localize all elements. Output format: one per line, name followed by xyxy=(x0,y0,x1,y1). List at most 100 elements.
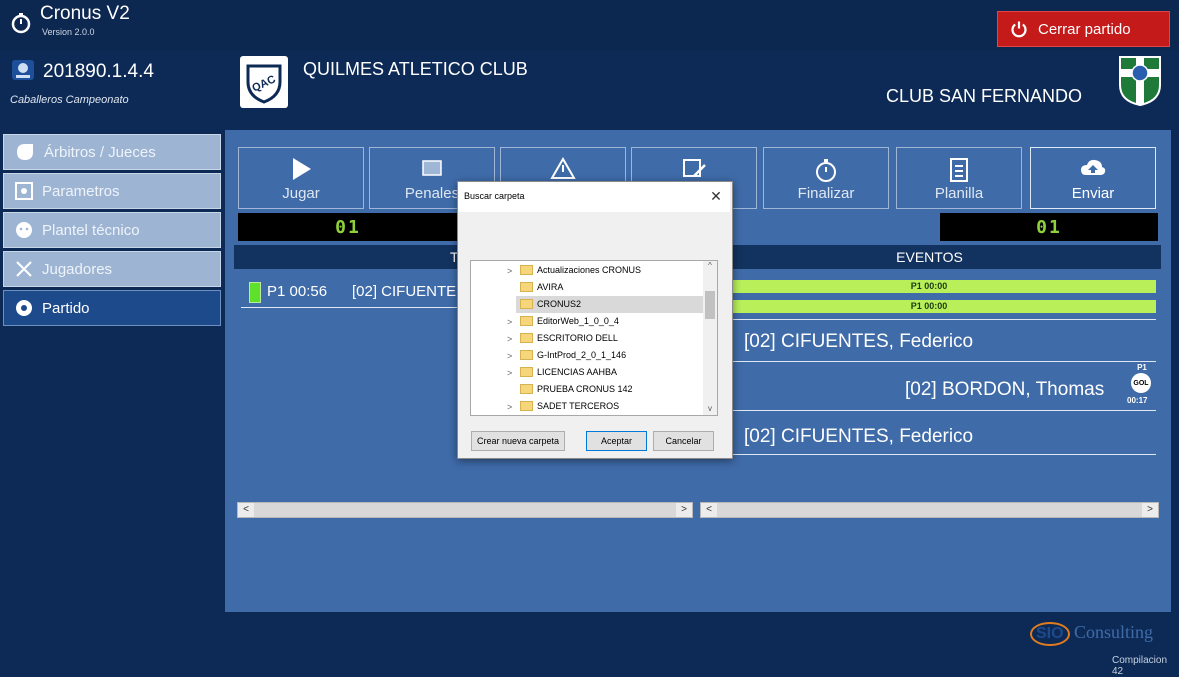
dialog-title: Buscar carpeta xyxy=(464,191,525,201)
federation-logo-icon xyxy=(12,60,34,80)
dialog-close-icon[interactable]: ✕ xyxy=(708,188,724,204)
folder-icon xyxy=(520,299,533,309)
folder-item[interactable]: > LICENCIAS AAHBA xyxy=(471,364,703,381)
sidebar-item-players[interactable]: Jugadores xyxy=(3,251,221,287)
row-divider xyxy=(702,361,1156,362)
edit-icon xyxy=(683,159,706,177)
match-code: 201890.1.4.4 xyxy=(43,61,154,82)
home-team-shield: QAC xyxy=(240,56,288,108)
away-team-shield-icon xyxy=(1119,56,1161,107)
away-score: 01 xyxy=(940,213,1158,241)
app-version: Version 2.0.0 xyxy=(42,27,95,37)
close-match-button[interactable]: Cerrar partido xyxy=(997,11,1170,47)
sidebar-item-referees[interactable]: Árbitros / Jueces xyxy=(3,134,221,170)
sidebar-item-label: Plantel técnico xyxy=(42,221,140,239)
qac-shield-icon: QAC xyxy=(246,64,282,104)
chevron-right-icon[interactable]: > xyxy=(507,368,512,378)
goal-badge-period: P1 xyxy=(1137,363,1147,372)
scroll-right-icon[interactable]: > xyxy=(1142,503,1158,517)
event-item[interactable]: [02] BORDON, Thomas xyxy=(905,379,1104,401)
chevron-right-icon[interactable]: > xyxy=(507,351,512,361)
finish-button[interactable]: Finalizar xyxy=(763,147,889,209)
play-label: Jugar xyxy=(282,185,320,202)
folder-icon xyxy=(520,265,533,275)
send-label: Enviar xyxy=(1071,185,1115,202)
brand-logo-name: Consulting xyxy=(1074,622,1154,642)
chevron-right-icon[interactable]: > xyxy=(507,402,512,412)
sidebar-item-label: Partido xyxy=(42,299,90,317)
card-entry-time: P1 00:56 xyxy=(267,283,328,300)
events-column-header: EVENTOS xyxy=(698,245,1161,269)
sheet-icon xyxy=(950,158,968,182)
scroll-down-icon[interactable]: v xyxy=(703,404,717,413)
card-status-indicator xyxy=(249,282,261,303)
row-divider xyxy=(702,454,1156,455)
sidebar-item-label: Jugadores xyxy=(42,260,113,278)
send-button[interactable]: Enviar xyxy=(1030,147,1156,209)
folder-item[interactable]: > G-IntProd_2_0_1_146 xyxy=(471,347,703,364)
play-button[interactable]: Jugar xyxy=(238,147,364,209)
referee-icon xyxy=(17,144,33,160)
event-item[interactable]: [02] CIFUENTES, Federico xyxy=(744,426,973,448)
period-marker: P1 00:00 xyxy=(702,280,1156,293)
row-divider xyxy=(702,319,1156,320)
event-item[interactable]: [02] CIFUENTES, Federico xyxy=(744,331,973,353)
folder-item[interactable]: > Actualizaciones CRONUS xyxy=(471,262,703,279)
sidebar-item-parameters[interactable]: Parametros xyxy=(3,173,221,209)
folder-item[interactable]: > ESCRITORIO DELL xyxy=(471,330,703,347)
compilation-label: Compilacion 42 xyxy=(1112,655,1168,677)
cancel-button[interactable]: Cancelar xyxy=(653,431,714,451)
warning-icon xyxy=(550,157,576,179)
home-score: 01 xyxy=(238,213,458,241)
folder-item-selected[interactable]: CRONUS2 xyxy=(516,296,703,313)
folder-item[interactable]: > EditorWeb_1_0_0_4 xyxy=(471,313,703,330)
folder-item[interactable]: AVIRA xyxy=(471,279,703,296)
play-icon xyxy=(293,158,311,180)
ball-icon xyxy=(16,300,32,316)
scroll-left-icon[interactable]: < xyxy=(701,503,717,517)
sidebar-item-label: Árbitros / Jueces xyxy=(44,143,156,161)
home-team-name: QUILMES ATLETICO CLUB xyxy=(303,59,528,79)
horizontal-scrollbar[interactable]: < > xyxy=(700,502,1159,518)
sidebar-item-match[interactable]: Partido xyxy=(3,290,221,326)
scroll-up-icon[interactable]: ^ xyxy=(703,261,717,270)
app-title: Cronus V2 xyxy=(40,3,130,24)
stopwatch-icon xyxy=(816,159,836,182)
away-team-name: CLUB SAN FERNANDO xyxy=(886,86,1083,106)
match-category: Caballeros Campeonato xyxy=(10,94,129,106)
folder-icon xyxy=(520,316,533,326)
chevron-right-icon[interactable]: > xyxy=(507,317,512,327)
new-folder-button[interactable]: Crear nueva carpeta xyxy=(471,431,565,451)
brand-logo: SIO Consulting xyxy=(1030,622,1153,646)
sheet-label: Planilla xyxy=(934,185,984,202)
sheet-button[interactable]: Planilla xyxy=(896,147,1022,209)
sidebar-item-label: Parametros xyxy=(42,182,120,200)
folder-icon xyxy=(520,401,533,411)
penalties-label: Penales xyxy=(404,185,460,202)
accept-button[interactable]: Aceptar xyxy=(586,431,647,451)
card-entry-player: [02] CIFUENTE xyxy=(352,283,457,300)
goal-badge-icon: GOL xyxy=(1131,373,1151,393)
players-icon xyxy=(16,261,32,277)
goal-badge-time: 00:17 xyxy=(1127,396,1148,405)
sidebar-item-staff[interactable]: Plantel técnico xyxy=(3,212,221,248)
scroll-thumb[interactable] xyxy=(705,291,715,319)
folder-icon xyxy=(520,350,533,360)
chevron-right-icon[interactable]: > xyxy=(507,266,512,276)
scroll-right-icon[interactable]: > xyxy=(676,503,692,517)
finish-label: Finalizar xyxy=(797,185,855,202)
match-header xyxy=(0,50,1179,118)
horizontal-scrollbar[interactable]: < > xyxy=(237,502,693,518)
folder-item[interactable]: > SADET TERCEROS xyxy=(471,398,703,415)
close-match-label: Cerrar partido xyxy=(1038,20,1131,38)
browse-folder-dialog: Buscar carpeta ✕ > Actualizaciones CRONUS… xyxy=(457,181,733,459)
chevron-right-icon[interactable]: > xyxy=(507,334,512,344)
dialog-title-bar[interactable]: Buscar carpeta ✕ xyxy=(458,182,730,212)
folder-icon xyxy=(520,384,533,394)
scroll-left-icon[interactable]: < xyxy=(238,503,254,517)
vertical-scrollbar[interactable]: ^ v xyxy=(703,261,717,415)
folder-item[interactable]: PRUEBA CRONUS 142 xyxy=(471,381,703,398)
staff-icon xyxy=(16,222,32,238)
cloud-upload-icon xyxy=(1081,159,1106,175)
folder-tree[interactable]: > Actualizaciones CRONUS AVIRA CRONUS2 > E… xyxy=(470,260,718,416)
